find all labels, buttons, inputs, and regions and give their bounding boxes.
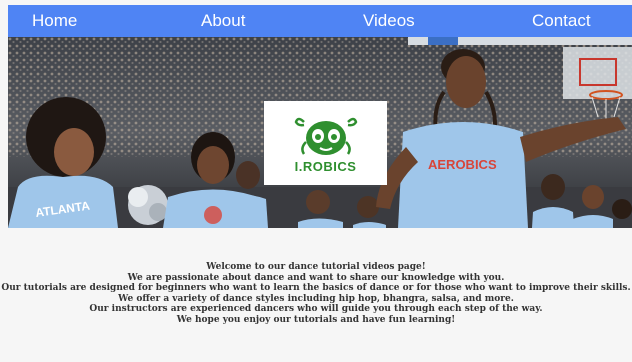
page: Home About Videos Contact ATLANTA AEROBI… bbox=[0, 0, 632, 362]
intro-line: Our instructors are experienced dancers … bbox=[89, 304, 543, 315]
intro-line: Welcome to our dance tutorial videos pag… bbox=[206, 262, 426, 272]
nav-link-videos[interactable]: Videos bbox=[363, 11, 415, 31]
nav-bar: Home About Videos Contact bbox=[8, 5, 632, 37]
shirt-right-text: AEROBICS bbox=[428, 157, 497, 172]
intro-line: We hope you enjoy our tutorials and have… bbox=[176, 314, 456, 325]
intro-text: Welcome to our dance tutorial videos pag… bbox=[0, 262, 632, 326]
nav-link-home[interactable]: Home bbox=[32, 11, 77, 31]
nav-link-about[interactable]: About bbox=[201, 11, 245, 31]
intro-line: Our tutorials are designed for beginners… bbox=[1, 283, 631, 294]
intro-line: We are passionate about dance and want t… bbox=[127, 272, 505, 283]
logo-wordmark: I.ROBICS bbox=[294, 159, 357, 174]
brand-logo: I.ROBICS bbox=[264, 101, 387, 185]
nav-link-contact[interactable]: Contact bbox=[532, 11, 591, 31]
intro-line: We offer a variety of dance styles inclu… bbox=[118, 293, 514, 304]
robot-logo-icon bbox=[294, 117, 357, 155]
